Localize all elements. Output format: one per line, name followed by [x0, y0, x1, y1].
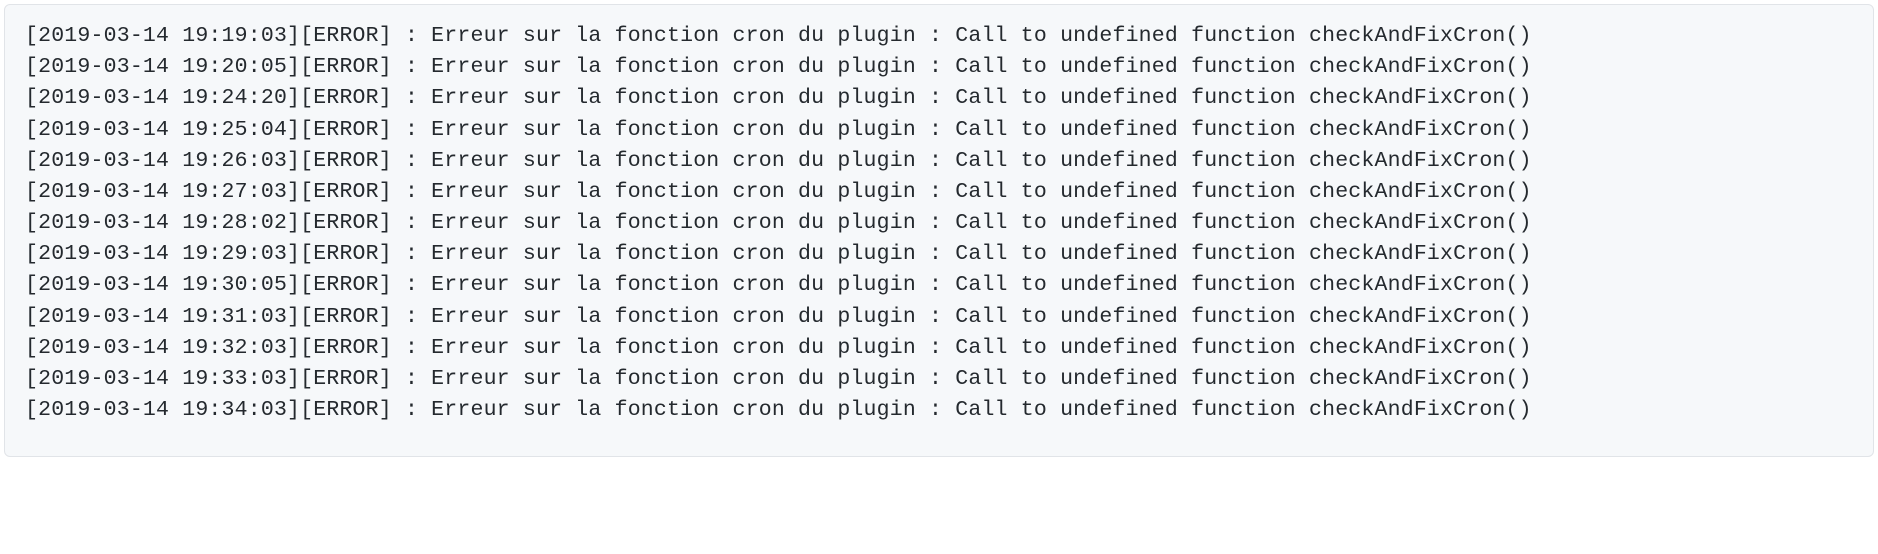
log-line: [2019-03-14 19:33:03][ERROR] : Erreur su…: [25, 364, 1853, 395]
log-line: [2019-03-14 19:24:20][ERROR] : Erreur su…: [25, 83, 1853, 114]
log-line: [2019-03-14 19:29:03][ERROR] : Erreur su…: [25, 239, 1853, 270]
log-line: [2019-03-14 19:34:03][ERROR] : Erreur su…: [25, 395, 1853, 426]
log-line: [2019-03-14 19:32:03][ERROR] : Erreur su…: [25, 333, 1853, 364]
log-output: [2019-03-14 19:19:03][ERROR] : Erreur su…: [4, 4, 1874, 457]
log-line: [2019-03-14 19:26:03][ERROR] : Erreur su…: [25, 146, 1853, 177]
log-line: [2019-03-14 19:27:03][ERROR] : Erreur su…: [25, 177, 1853, 208]
log-line: [2019-03-14 19:25:04][ERROR] : Erreur su…: [25, 115, 1853, 146]
log-line: [2019-03-14 19:28:02][ERROR] : Erreur su…: [25, 208, 1853, 239]
log-line: [2019-03-14 19:30:05][ERROR] : Erreur su…: [25, 270, 1853, 301]
log-line: [2019-03-14 19:31:03][ERROR] : Erreur su…: [25, 302, 1853, 333]
log-line: [2019-03-14 19:20:05][ERROR] : Erreur su…: [25, 52, 1853, 83]
log-line: [2019-03-14 19:19:03][ERROR] : Erreur su…: [25, 21, 1853, 52]
